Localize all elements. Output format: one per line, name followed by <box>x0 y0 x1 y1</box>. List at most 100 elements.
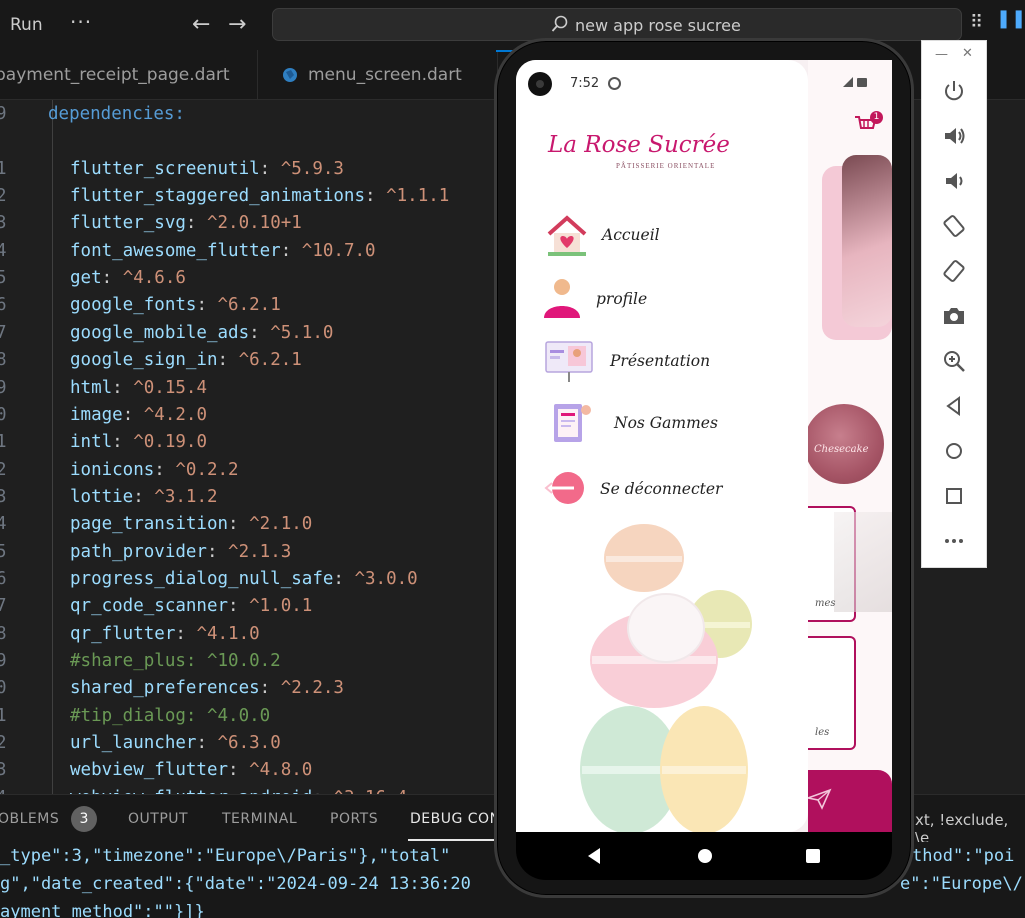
close-icon[interactable]: ✕ <box>962 46 973 61</box>
code-text: progress_dialog_null_safe: ^3.0.0 <box>70 568 418 589</box>
code-text: page_transition: ^2.1.0 <box>70 514 313 535</box>
code-text: google_fonts: ^6.2.1 <box>70 295 281 316</box>
drawer-item-label: profile <box>596 290 648 308</box>
line-number: 3 <box>0 760 7 781</box>
code-text: ionicons: ^0.2.2 <box>70 459 239 480</box>
drawer-item-nos-gammes[interactable]: Nos Gammes <box>544 400 724 446</box>
drawer-item-presentation[interactable]: Présentation <box>544 338 724 384</box>
category-box-label: mes <box>815 598 836 609</box>
code-text: lottie: ^3.1.2 <box>70 486 218 507</box>
layout-grid-icon[interactable]: ⠿ <box>970 12 983 33</box>
line-number: 2 <box>0 186 7 207</box>
code-text: #tip_dialog: ^4.0.0 <box>70 705 271 726</box>
forward-arrow-icon[interactable]: → <box>228 12 246 37</box>
volume-down-icon[interactable] <box>941 168 967 194</box>
tab-problems[interactable]: OBLEMS <box>0 811 59 827</box>
line-number: 5 <box>0 541 7 562</box>
line-number: 0 <box>0 404 7 425</box>
line-number: 2 <box>0 733 7 754</box>
command-center-search[interactable]: new app rose sucree <box>272 8 962 41</box>
indent-guide <box>52 100 53 794</box>
line-number: 8 <box>0 623 7 644</box>
send-icon[interactable] <box>806 788 832 810</box>
code-text: image: ^4.2.0 <box>70 404 207 425</box>
code-text: intl: ^0.19.0 <box>70 432 207 453</box>
volume-up-icon[interactable] <box>941 123 967 149</box>
line-number: 1 <box>0 432 7 453</box>
power-icon[interactable] <box>941 78 967 104</box>
signal-battery-icon <box>843 77 867 87</box>
minimize-icon[interactable]: — <box>935 47 948 62</box>
user-avatar-icon <box>544 279 580 318</box>
more-options-icon[interactable] <box>941 528 967 554</box>
code-text: google_mobile_ads: ^5.1.0 <box>70 322 334 343</box>
code-text: #share_plus: ^10.0.2 <box>70 651 281 671</box>
drawer-item-label: Présentation <box>610 352 711 370</box>
brand-logo: La Rose Sucrée PÂTISSERIE ORIENTALE <box>548 132 774 176</box>
presentation-board-icon <box>545 341 593 382</box>
drawer-item-accueil[interactable]: Accueil <box>544 212 704 258</box>
rotate-left-icon[interactable] <box>941 213 967 239</box>
problems-count-badge: 3 <box>71 806 97 832</box>
tab-label: menu_screen.dart <box>308 65 462 85</box>
menu-card-icon <box>554 404 591 442</box>
drawer-item-logout[interactable]: Se déconnecter <box>544 466 734 512</box>
rotate-right-icon[interactable] <box>941 258 967 284</box>
code-text: qr_code_scanner: ^1.0.1 <box>70 596 313 617</box>
line-number: 7 <box>0 322 7 343</box>
drawer-item-profile[interactable]: profile <box>544 276 704 322</box>
tab-terminal[interactable]: TERMINAL <box>222 811 297 827</box>
line-number: 3 <box>0 213 7 234</box>
code-text: get: ^4.6.6 <box>70 268 186 289</box>
line-number: 0 <box>0 678 7 699</box>
search-icon <box>551 15 568 32</box>
code-text: font_awesome_flutter: ^10.7.0 <box>70 240 376 261</box>
line-number: 8 <box>0 350 7 371</box>
more-menu-icon[interactable]: ··· <box>70 10 92 34</box>
console-line: _type":3,"timezone":"Europe\/Paris"},"to… <box>0 846 451 866</box>
house-heart-icon <box>547 215 587 256</box>
line-number: 9 <box>0 651 7 671</box>
run-menu[interactable]: Run <box>10 15 43 35</box>
screenshot-camera-icon[interactable] <box>941 303 967 329</box>
logo-text: La Rose Sucrée <box>548 132 730 158</box>
line-number: 5 <box>0 268 7 289</box>
back-arrow-icon[interactable]: ← <box>192 12 210 37</box>
android-home-icon[interactable] <box>698 849 712 863</box>
android-back-icon[interactable] <box>588 848 600 864</box>
category-box-image <box>834 512 892 612</box>
code-text: path_provider: ^2.1.3 <box>70 541 292 562</box>
tab-debug-console[interactable]: DEBUG CON <box>410 811 501 827</box>
tab-menu-screen[interactable]: menu_screen.dart <box>258 50 498 100</box>
drawer-item-label: Nos Gammes <box>614 414 718 432</box>
zoom-icon[interactable] <box>941 348 967 374</box>
android-recents-icon[interactable] <box>806 849 820 863</box>
line-number: 6 <box>0 295 7 316</box>
line-number: 3 <box>0 486 7 507</box>
code-text: html: ^0.15.4 <box>70 377 207 398</box>
macarons-illustration <box>580 524 752 832</box>
drawer-item-label: Se déconnecter <box>600 480 723 498</box>
emulator-overview-icon[interactable] <box>941 483 967 509</box>
tab-label: payment_receipt_page.dart <box>0 65 230 85</box>
camera-lens <box>536 80 544 88</box>
emulator-home-icon[interactable] <box>941 438 967 464</box>
debug-pause-icon[interactable]: ❚❚ <box>996 8 1025 29</box>
drawer-item-label: Accueil <box>602 226 660 244</box>
dart-file-icon <box>283 68 297 82</box>
tab-payment-receipt[interactable]: payment_receipt_page.dart <box>0 50 258 100</box>
tab-ports[interactable]: PORTS <box>330 811 378 827</box>
console-line: e":"Europe\/ <box>900 874 1023 894</box>
emulator-back-icon[interactable] <box>941 393 967 419</box>
cart-badge: 1 <box>870 111 883 124</box>
tab-output[interactable]: OUTPUT <box>128 811 188 827</box>
featured-card-image <box>842 155 892 327</box>
notification-icon <box>608 77 621 90</box>
line-number: 1 <box>0 158 7 179</box>
line-number: 4 <box>0 240 7 261</box>
line-number: 2 <box>0 459 7 480</box>
category-box-label: les <box>815 727 830 738</box>
line-number: 9 <box>0 104 7 124</box>
line-number: 1 <box>0 705 7 726</box>
active-panel-indicator <box>408 839 498 841</box>
